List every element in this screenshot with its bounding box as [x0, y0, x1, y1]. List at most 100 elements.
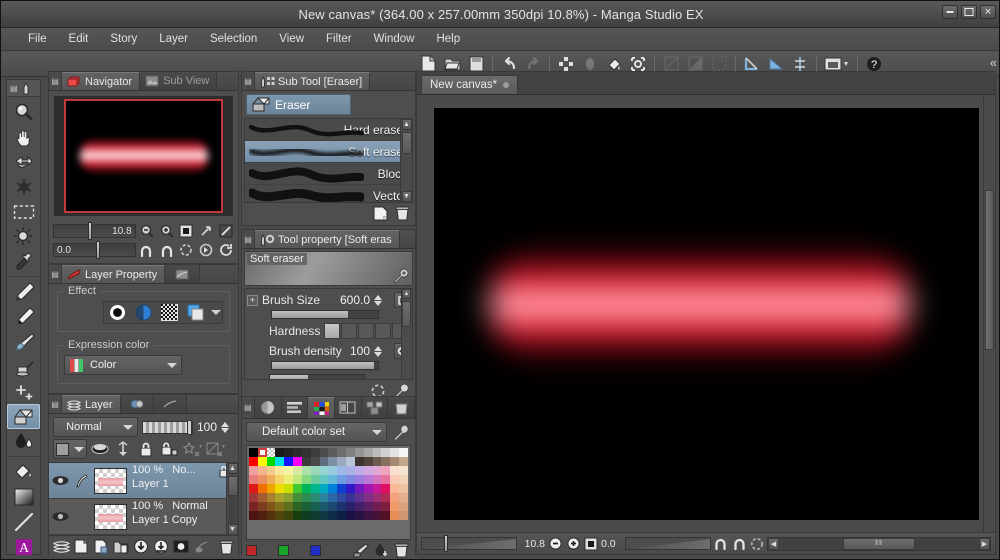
color-swatch[interactable]	[399, 475, 408, 484]
palette-color-button[interactable]	[53, 439, 87, 459]
material-tab[interactable]	[388, 397, 415, 418]
color-swatch[interactable]	[266, 484, 276, 493]
color-swatch[interactable]	[346, 511, 355, 520]
color-swatch[interactable]	[354, 475, 364, 484]
color-swatch[interactable]	[381, 484, 391, 493]
color-swatch[interactable]	[363, 511, 373, 520]
tab-timeline[interactable]	[153, 395, 187, 413]
tool-property-scrollbar[interactable]: ▲	[401, 289, 412, 379]
color-swatch[interactable]	[372, 448, 382, 457]
navigator-zoom-slider[interactable]: 10.8	[53, 222, 136, 240]
fill-tool[interactable]	[7, 459, 40, 484]
color-swatch[interactable]	[337, 448, 347, 457]
color-swatch[interactable]	[293, 502, 302, 511]
panel-menu-icon[interactable]: ▤	[242, 397, 255, 418]
fit-diagonal-button[interactable]	[217, 223, 234, 239]
menu-item-filter[interactable]: Filter	[315, 31, 363, 47]
color-swatch[interactable]	[346, 448, 355, 457]
color-swatch[interactable]	[249, 511, 258, 520]
tab-subview[interactable]: Sub View	[140, 72, 218, 90]
brush-size-slider[interactable]	[271, 310, 379, 319]
color-swatch[interactable]	[337, 511, 347, 520]
intermediate-color-tab[interactable]	[334, 397, 362, 418]
color-swatch[interactable]	[372, 502, 382, 511]
zoom-tool[interactable]	[7, 99, 40, 124]
layer-list-button[interactable]	[51, 538, 71, 556]
ruler-button[interactable]	[113, 440, 133, 458]
opacity-slider[interactable]	[142, 419, 193, 435]
color-swatch[interactable]	[310, 475, 320, 484]
scroll-up-arrow-icon[interactable]: ▲	[402, 289, 411, 299]
figure-tool[interactable]	[7, 509, 40, 534]
panel-menu-icon[interactable]: ▤	[49, 265, 62, 283]
color-swatch[interactable]	[275, 457, 285, 466]
sub-color-swatch[interactable]	[278, 544, 289, 556]
hardness-steps[interactable]	[324, 323, 409, 339]
scroll-left-arrow-icon[interactable]: ◀	[768, 537, 779, 550]
layer-visibility-eye-icon[interactable]	[49, 463, 71, 498]
color-swatch[interactable]	[293, 448, 302, 457]
color-swatch[interactable]	[372, 493, 382, 502]
color-swatch[interactable]	[354, 493, 364, 502]
color-swatch[interactable]	[284, 475, 294, 484]
scroll-right-arrow-icon[interactable]: ▶	[979, 537, 990, 550]
color-swatch[interactable]	[275, 511, 285, 520]
color-swatch[interactable]	[390, 466, 400, 475]
color-swatch[interactable]	[399, 493, 408, 502]
color-grid-rows[interactable]	[249, 448, 408, 520]
brush-density-stepper[interactable]	[374, 345, 387, 357]
effect-tone-icon[interactable]	[131, 303, 157, 322]
color-swatch[interactable]	[372, 457, 382, 466]
color-swatch[interactable]	[293, 511, 302, 520]
status-rotation-slider[interactable]	[625, 537, 711, 550]
maximize-button[interactable]	[961, 5, 977, 19]
sub-tool-group-eraser[interactable]: Eraser	[246, 94, 351, 115]
color-swatch[interactable]	[319, 484, 329, 493]
color-swatch[interactable]	[381, 511, 391, 520]
color-swatch[interactable]	[337, 466, 347, 475]
panel-menu-icon[interactable]: ▤	[242, 72, 255, 90]
transfer-down-button[interactable]	[131, 538, 151, 556]
color-swatch[interactable]	[319, 493, 329, 502]
color-set-settings-button[interactable]	[391, 423, 411, 441]
canvas-horizontal-scrollbar[interactable]: ◀ ‖‖ ▶	[767, 536, 991, 551]
color-swatch[interactable]	[363, 457, 373, 466]
scrollbar-thumb[interactable]	[227, 476, 238, 496]
scroll-up-arrow-icon[interactable]: ▲	[227, 463, 238, 474]
color-swatch[interactable]	[319, 466, 329, 475]
document-tab-close-icon[interactable]	[503, 82, 510, 88]
color-swatch[interactable]	[257, 493, 267, 502]
menu-item-layer[interactable]: Layer	[148, 31, 199, 47]
color-swatch[interactable]	[284, 466, 294, 475]
color-swatch[interactable]	[328, 457, 338, 466]
color-swatch[interactable]	[310, 502, 320, 511]
color-swatch[interactable]	[257, 511, 267, 520]
lock-transparent-pixels-button[interactable]	[159, 440, 179, 458]
auto-select-tool[interactable]	[7, 224, 40, 249]
color-swatch[interactable]	[390, 457, 400, 466]
scrollbar-thumb[interactable]: ‖‖	[843, 537, 915, 550]
menu-item-selection[interactable]: Selection	[199, 31, 268, 47]
color-swatch[interactable]	[284, 484, 294, 493]
operation-tool[interactable]	[7, 174, 40, 199]
sub-tool-list[interactable]: Hard eraser Soft eraser Block Vector ▲ ▼	[244, 118, 413, 203]
color-swatch[interactable]	[293, 475, 302, 484]
panel-menu-icon[interactable]: ▤	[242, 230, 255, 248]
color-swatch[interactable]	[249, 457, 258, 466]
color-swatch[interactable]	[381, 502, 391, 511]
color-swatch[interactable]	[275, 466, 285, 475]
new-raster-layer-button[interactable]	[71, 538, 91, 556]
scrollbar-thumb[interactable]	[401, 132, 412, 154]
navigator-rotation-slider[interactable]: 0.0	[53, 241, 136, 259]
delete-sub-tool-button[interactable]	[392, 204, 412, 222]
scrollbar-thumb[interactable]	[402, 301, 411, 327]
color-swatch[interactable]	[381, 457, 391, 466]
transparent-color-swatch[interactable]	[310, 544, 321, 556]
airbrush-tool[interactable]	[7, 354, 40, 379]
color-swatch[interactable]	[266, 457, 276, 466]
color-swatch[interactable]	[275, 475, 285, 484]
color-swatch[interactable]	[399, 484, 408, 493]
color-swatch[interactable]	[249, 448, 258, 457]
collapse-toolbar-icon[interactable]: «	[990, 55, 997, 70]
color-swatch[interactable]	[249, 484, 258, 493]
